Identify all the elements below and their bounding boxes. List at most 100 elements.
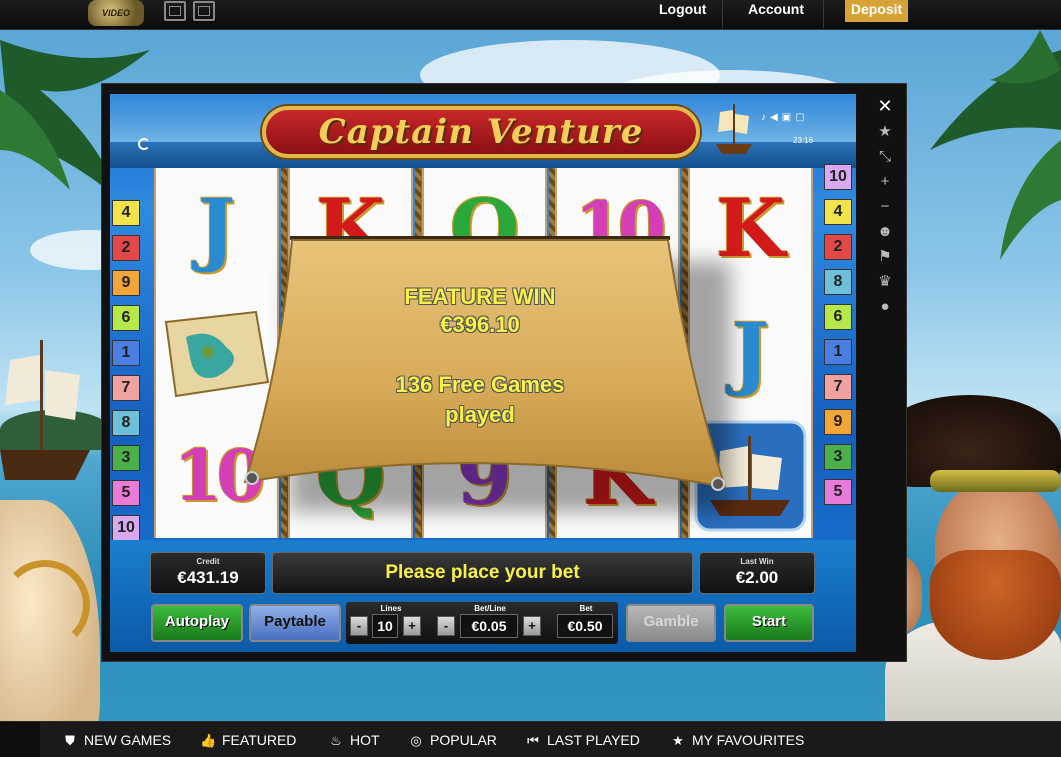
- lines-increase-button[interactable]: +: [403, 616, 421, 636]
- star-icon[interactable]: ★: [870, 119, 900, 144]
- nav-item-new-games[interactable]: ⛊ NEW GAMES: [62, 730, 171, 750]
- shield-icon: ⛊: [65, 733, 75, 748]
- line-number-badge: 1: [112, 340, 140, 366]
- feature-win-title: FEATURE WIN: [404, 284, 556, 309]
- sail: [243, 236, 727, 491]
- betline-increase-button[interactable]: +: [523, 616, 541, 636]
- betline-decrease-button[interactable]: -: [437, 616, 455, 636]
- line-number-badge: 9: [824, 409, 852, 435]
- chat-icon[interactable]: ●: [870, 294, 900, 319]
- lines-value: 10: [372, 614, 398, 638]
- pirate-bandana: [930, 470, 1061, 492]
- line-number-badge: 2: [112, 235, 140, 261]
- game-clock: 23:16: [793, 136, 814, 145]
- trophy-icon[interactable]: ♛: [870, 269, 900, 294]
- deposit-button[interactable]: Deposit: [845, 0, 908, 22]
- divider: [823, 0, 824, 28]
- nav-item-label: POPULAR: [430, 732, 497, 748]
- line-number-badge: 10: [112, 515, 140, 541]
- status-message: Please place your bet: [385, 562, 580, 583]
- close-icon[interactable]: ✕: [870, 94, 900, 119]
- paytable-button[interactable]: Paytable: [249, 604, 341, 642]
- nav-item-popular[interactable]: ◎ POPULAR: [408, 730, 497, 750]
- betline-label: Bet/Line: [474, 604, 506, 613]
- nav-item-hot[interactable]: ♨ HOT: [328, 730, 380, 750]
- line-number-badge: 3: [824, 444, 852, 470]
- line-numbers-right: 10 4 2 8 6 1 7 9 3 5: [824, 164, 852, 514]
- flags-icon[interactable]: ⚑: [870, 244, 900, 269]
- nav-item-label: MY FAVOURITES: [692, 732, 805, 748]
- pirate-beard: [930, 550, 1061, 660]
- ship-icon: [716, 104, 752, 154]
- line-number-badge: 4: [112, 200, 140, 226]
- logout-link[interactable]: Logout: [659, 0, 706, 24]
- free-games-count: 136 Free Games: [395, 372, 565, 397]
- line-numbers-left: 4 2 9 6 1 7 8 3 5 10: [112, 200, 140, 550]
- nav-item-label: LAST PLAYED: [547, 732, 640, 748]
- user-icon[interactable]: ☻: [870, 219, 900, 244]
- credit-display: Credit €431.19: [150, 552, 266, 594]
- palm-tree-right: [930, 30, 1061, 260]
- sound-icon[interactable]: ◀: [770, 112, 782, 123]
- divider: [722, 0, 723, 28]
- last-win-display: Last Win €2.00: [699, 552, 815, 594]
- exit-fullscreen-icon[interactable]: ▢: [795, 112, 808, 123]
- free-games-message: 136 Free Games played: [240, 370, 720, 430]
- single-view-icon[interactable]: [164, 1, 186, 21]
- betline-value: €0.05: [460, 614, 518, 638]
- line-number-badge: 2: [824, 234, 852, 260]
- nav-item-my-favourites[interactable]: ★ MY FAVOURITES: [670, 730, 804, 750]
- line-number-badge: 8: [824, 269, 852, 295]
- lines-label: Lines: [380, 604, 402, 613]
- side-toolbar: ✕ ★ ⤡ + − ☻ ⚑ ♛ ●: [870, 94, 900, 326]
- line-number-badge: 5: [824, 479, 852, 505]
- line-number-badge: 6: [112, 305, 140, 331]
- nav-item-last-played[interactable]: ⏮ LAST PLAYED: [525, 730, 640, 750]
- rewind-icon: ⏮: [527, 733, 539, 748]
- line-number-badge: 8: [112, 410, 140, 436]
- autoplay-button[interactable]: Autoplay: [151, 604, 243, 642]
- nav-item-featured[interactable]: 👍 FEATURED: [200, 730, 296, 750]
- reload-icon[interactable]: [138, 138, 150, 150]
- game-title: Captain Venture: [318, 112, 644, 152]
- popular-icon: ◎: [410, 733, 422, 748]
- game-title-plate: Captain Venture: [262, 106, 700, 158]
- thumbs-up-icon: 👍: [200, 733, 217, 748]
- fullscreen-icon[interactable]: ▣: [782, 112, 795, 123]
- line-number-badge: 10: [824, 164, 852, 190]
- star-icon: ★: [672, 733, 684, 748]
- site-logo[interactable]: VIDEO SLOTS: [88, 0, 144, 44]
- nav-item-label: FEATURED: [222, 732, 297, 748]
- credit-label: Credit: [196, 557, 220, 566]
- shrink-icon[interactable]: ⤡: [870, 144, 900, 169]
- bet-label: Bet: [579, 604, 593, 613]
- free-games-status: played: [445, 402, 515, 427]
- bet-value: €0.50: [557, 614, 613, 638]
- last-win-label: Last Win: [740, 557, 774, 566]
- last-win-value: €2.00: [735, 568, 779, 587]
- nav-item-label: HOT: [350, 732, 380, 748]
- account-link[interactable]: Account: [748, 0, 804, 24]
- game-settings-icons: ♪◀▣▢: [761, 112, 809, 123]
- slot-game: Captain Venture ♪◀▣▢ 23:16 4 2 9 6 1 7 8 3 5 10 1…: [110, 94, 856, 652]
- line-number-badge: 5: [112, 480, 140, 506]
- start-button[interactable]: Start: [724, 604, 814, 642]
- status-display: Please place your bet: [272, 552, 693, 594]
- line-number-badge: 6: [824, 304, 852, 330]
- lines-decrease-button[interactable]: -: [350, 616, 368, 636]
- flame-icon: ♨: [330, 733, 342, 748]
- line-number-badge: 7: [824, 374, 852, 400]
- music-icon[interactable]: ♪: [761, 112, 770, 123]
- line-number-badge: 3: [112, 445, 140, 471]
- feature-win-amount: €396.10: [440, 312, 520, 337]
- split-view-icon[interactable]: [193, 1, 215, 21]
- ship-left: [0, 340, 90, 480]
- zoom-in-icon[interactable]: +: [870, 169, 900, 194]
- control-panel: Credit €431.19 Please place your bet Las…: [110, 540, 856, 652]
- zoom-out-icon[interactable]: −: [870, 194, 900, 219]
- line-number-badge: 1: [824, 339, 852, 365]
- top-bar: VIDEO SLOTS Logout Account Deposit: [0, 0, 1061, 44]
- line-number-badge: 9: [112, 270, 140, 296]
- feature-win-banner: FEATURE WIN €396.10 136 Free Games playe…: [240, 232, 730, 512]
- gamble-button[interactable]: Gamble: [626, 604, 716, 642]
